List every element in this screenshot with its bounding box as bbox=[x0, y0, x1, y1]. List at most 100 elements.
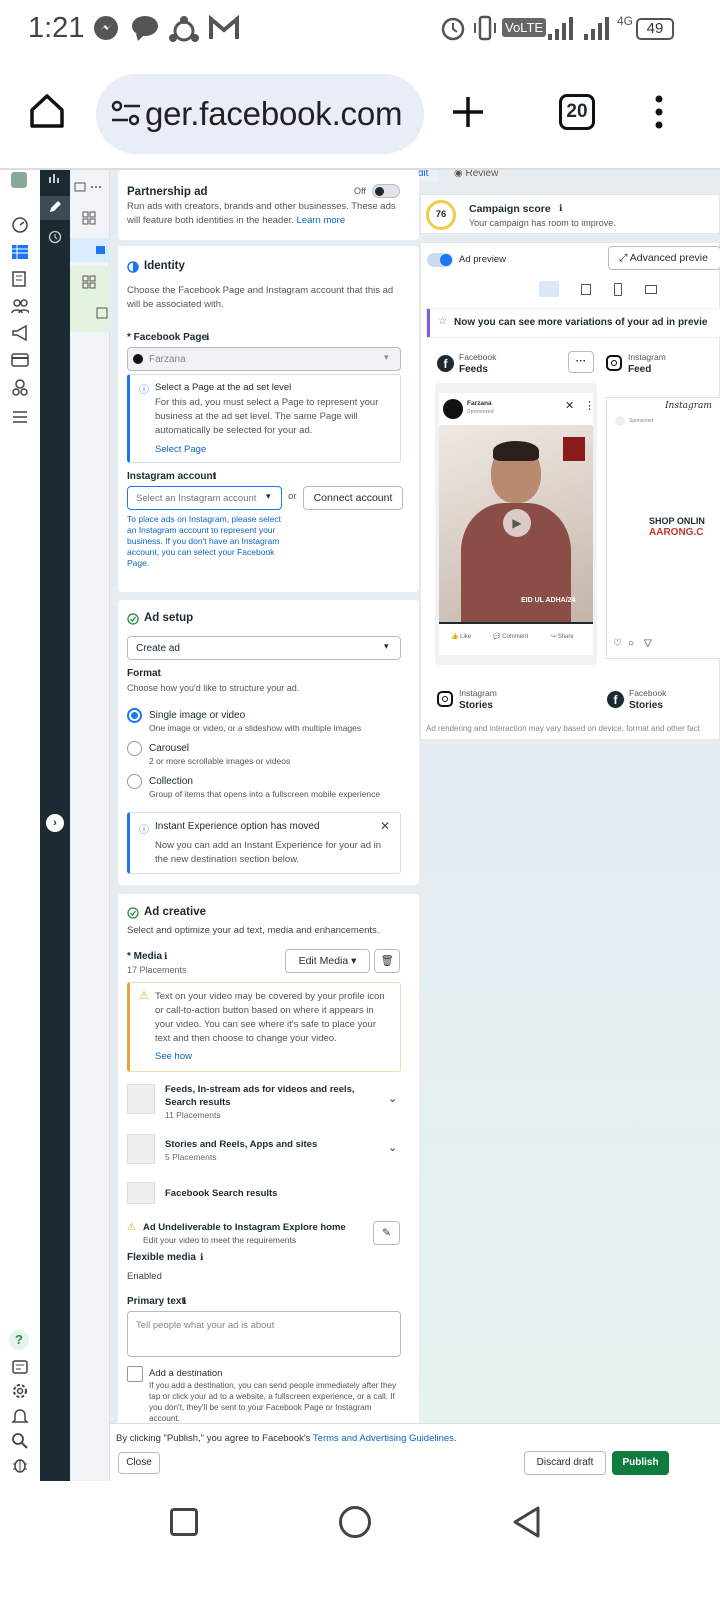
instant-experience-notice: ⓘ Instant Experience option has moved ✕ … bbox=[127, 812, 401, 874]
report-icon[interactable] bbox=[11, 1358, 29, 1376]
site-settings-icon[interactable] bbox=[110, 98, 142, 128]
more-menu-icon[interactable] bbox=[652, 94, 666, 130]
device-landscape-icon[interactable] bbox=[645, 285, 657, 294]
placement-group-1-title: Feeds, In-stream ads for videos and reel… bbox=[165, 1084, 355, 1095]
device-desktop-mobile-icon[interactable] bbox=[539, 281, 559, 297]
url-text[interactable]: ger.facebook.com bbox=[145, 95, 402, 133]
post-more-icon[interactable]: ⋮ bbox=[584, 399, 595, 412]
network-type: 4G bbox=[617, 14, 634, 28]
edit-pencil-button[interactable]: ✎ bbox=[373, 1221, 400, 1245]
check-circle-icon bbox=[127, 907, 139, 919]
ig-comment-icon[interactable]: ○ bbox=[628, 638, 634, 649]
tab-review[interactable]: ◉ Review bbox=[454, 170, 498, 179]
comment-action[interactable]: 💬 Comment bbox=[493, 633, 528, 640]
chart-icon[interactable] bbox=[48, 172, 62, 184]
campaign-info-icon: ℹ bbox=[559, 203, 563, 213]
chevron-down-icon[interactable]: ⌄ bbox=[388, 1092, 397, 1105]
messenger-icon bbox=[94, 16, 118, 40]
select-page-link[interactable]: Select Page bbox=[155, 444, 206, 455]
adset-grid-icon-2[interactable] bbox=[82, 274, 108, 290]
primary-text-label: Primary text bbox=[127, 1296, 185, 1307]
pencil-icon[interactable] bbox=[48, 200, 62, 214]
more-options-icon[interactable]: ··· bbox=[568, 351, 594, 373]
terms-link[interactable]: Terms and Advertising Guidelines bbox=[313, 1433, 454, 1444]
placement-thumb-2 bbox=[127, 1134, 155, 1164]
ad-preview-label: Ad preview bbox=[459, 254, 506, 265]
publish-button[interactable]: Publish bbox=[612, 1451, 669, 1475]
dashboard-icon[interactable] bbox=[11, 216, 29, 234]
home-icon[interactable] bbox=[28, 92, 66, 130]
undeliverable-title: Ad Undeliverable to Instagram Explore ho… bbox=[143, 1222, 346, 1233]
discard-draft-button[interactable]: Discard draft bbox=[524, 1451, 606, 1475]
fb-feeds-label: Feeds bbox=[459, 364, 488, 375]
signal-icon bbox=[548, 17, 573, 40]
ad-item-icon-2[interactable] bbox=[96, 307, 108, 319]
destination-checkbox[interactable] bbox=[127, 1366, 143, 1382]
history-icon[interactable] bbox=[48, 230, 62, 244]
ig-heart-icon[interactable]: ♡ bbox=[613, 638, 622, 649]
primary-text-input[interactable]: Tell people what your ad is about bbox=[127, 1311, 401, 1357]
account-avatar[interactable] bbox=[11, 172, 27, 188]
help-icon[interactable]: ? bbox=[9, 1330, 29, 1350]
close-icon[interactable]: ✕ bbox=[380, 819, 390, 833]
back-icon[interactable] bbox=[510, 1505, 542, 1539]
primary-info-icon: ℹ bbox=[183, 1296, 187, 1306]
see-how-link[interactable]: See how bbox=[155, 1051, 192, 1062]
tab-count: 20 bbox=[566, 101, 588, 122]
notifications-bell-icon[interactable] bbox=[11, 1407, 29, 1425]
fb-post: Farzana Sponsored ✕ ⋮ ▶ EID UL ADHA/24 👍… bbox=[439, 393, 595, 655]
device-phone-icon[interactable] bbox=[614, 283, 622, 296]
fb-stories-top: Facebook bbox=[629, 688, 667, 698]
instant-line-1: Now you can add an Instant Experience fo… bbox=[155, 840, 382, 851]
business-icon[interactable] bbox=[11, 378, 29, 396]
close-button[interactable]: Close bbox=[118, 1452, 160, 1474]
post-close-icon[interactable]: ✕ bbox=[565, 399, 574, 412]
home-circle-icon[interactable] bbox=[339, 1506, 371, 1538]
ig-help-1: To place ads on Instagram, please select bbox=[127, 514, 282, 524]
option-carousel-label: Carousel bbox=[149, 743, 190, 754]
instagram-account-select[interactable]: Select an Instagram account ▾ bbox=[127, 486, 282, 510]
create-ad-select[interactable]: Create ad ▾ bbox=[127, 636, 401, 660]
adset-grid-icon[interactable] bbox=[82, 210, 108, 226]
option-single-label: Single image or video bbox=[149, 710, 246, 721]
ads-manager-icon[interactable] bbox=[11, 243, 29, 261]
advanced-preview-button[interactable]: ⤢ Advanced previe bbox=[608, 246, 720, 270]
ig-info-icon: ℹ bbox=[213, 471, 217, 481]
audiences-icon[interactable] bbox=[11, 297, 29, 315]
recents-icon[interactable] bbox=[170, 1508, 198, 1536]
all-tools-icon[interactable] bbox=[11, 408, 29, 426]
settings-gear-icon[interactable] bbox=[11, 1382, 29, 1400]
shop-online-text: SHOP ONLIN bbox=[649, 516, 705, 526]
billing-icon[interactable] bbox=[11, 351, 29, 369]
play-icon[interactable]: ▶ bbox=[503, 509, 531, 537]
megaphone-icon[interactable] bbox=[11, 324, 29, 342]
tab-switcher-button[interactable]: 20 bbox=[559, 94, 595, 130]
partnership-toggle[interactable] bbox=[372, 184, 400, 198]
search-icon[interactable] bbox=[11, 1432, 29, 1450]
like-action[interactable]: 👍 Like bbox=[451, 633, 471, 640]
radio-collection[interactable] bbox=[127, 774, 142, 789]
device-square-icon[interactable] bbox=[581, 284, 591, 295]
facebook-page-select[interactable]: Farzana ▾ bbox=[127, 347, 401, 371]
ig-sponsored: Sponsored bbox=[629, 418, 654, 424]
expand-chevron-icon[interactable]: › bbox=[46, 814, 64, 832]
radio-single-image[interactable] bbox=[127, 708, 142, 723]
ig-help-4: account, you can select your Facebook bbox=[127, 547, 275, 557]
instagram-icon bbox=[437, 691, 453, 707]
campaign-folder-icon[interactable] bbox=[74, 180, 104, 194]
learn-more-link[interactable]: Learn more bbox=[297, 215, 346, 226]
notice-line-2: business at the ad set level. The same P… bbox=[155, 411, 358, 422]
ig-stories-top: Instagram bbox=[459, 688, 497, 698]
share-action[interactable]: ↪ Share bbox=[551, 633, 574, 640]
pages-icon[interactable] bbox=[11, 270, 29, 288]
new-tab-icon[interactable] bbox=[450, 94, 486, 130]
media-label: * Media bbox=[127, 951, 163, 962]
chevron-down-icon[interactable]: ⌄ bbox=[388, 1141, 397, 1154]
bug-report-icon[interactable] bbox=[11, 1456, 29, 1474]
edit-media-button[interactable]: Edit Media ▾ bbox=[285, 949, 370, 973]
ad-preview-toggle[interactable] bbox=[427, 253, 453, 267]
trash-icon[interactable]: 🗑 bbox=[374, 949, 400, 973]
ig-send-icon[interactable]: ▽ bbox=[644, 638, 652, 649]
connect-account-button[interactable]: Connect account bbox=[303, 486, 403, 510]
radio-carousel[interactable] bbox=[127, 741, 142, 756]
